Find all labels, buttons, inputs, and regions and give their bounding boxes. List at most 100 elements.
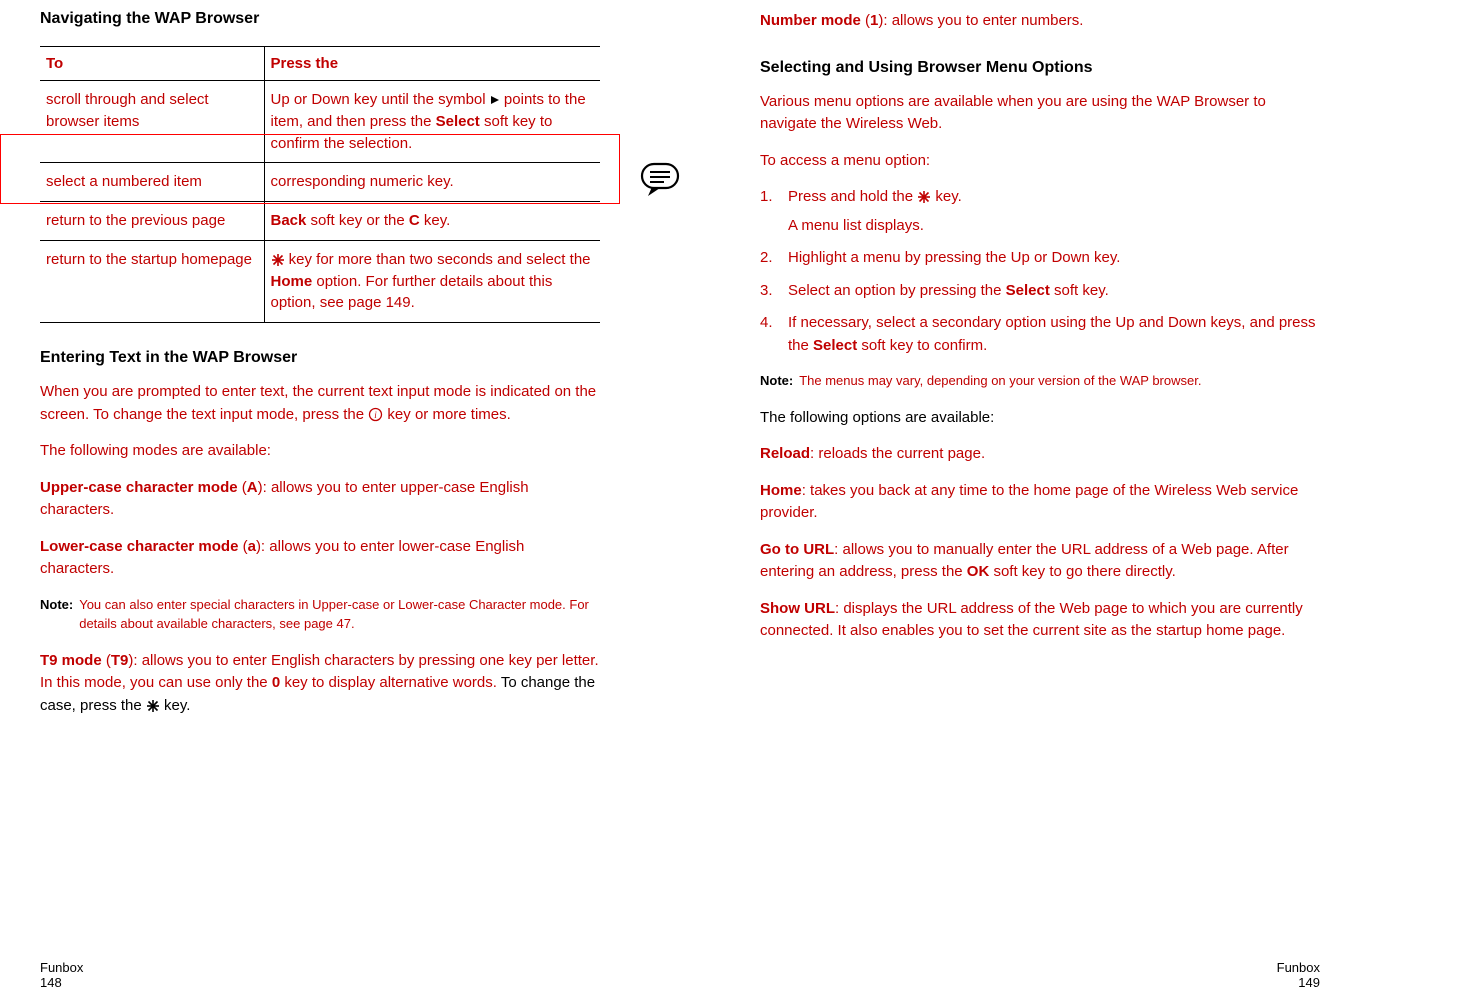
text-bold: Lower-case character mode — [40, 538, 238, 555]
note-menus-vary: Note: The menus may vary, depending on y… — [760, 371, 1320, 391]
text: : displays the URL address of the Web pa… — [760, 600, 1303, 640]
para-modes: The following modes are available: — [40, 440, 600, 463]
text: When you are prompted to enter text, the… — [40, 383, 596, 423]
text: key or more times. — [383, 406, 511, 423]
text: key to display alternative words. — [280, 674, 501, 691]
cell-press: key for more than two seconds and select… — [264, 240, 600, 322]
heading-entering-text: Entering Text in the WAP Browser — [40, 349, 600, 367]
text-bold: Home — [271, 273, 313, 290]
th-press: Press the — [264, 47, 600, 81]
footer-label: Funbox — [1277, 960, 1320, 975]
cell-press: corresponding numeric key. — [264, 163, 600, 202]
text-bold: Upper-case character mode — [40, 479, 238, 496]
table-header-row: To Press the — [40, 47, 600, 81]
note-content: The menus may vary, depending on your ve… — [799, 371, 1201, 391]
para-enter-intro: When you are prompted to enter text, the… — [40, 381, 600, 426]
step-number: 1. — [760, 186, 773, 209]
para-gotourl: Go to URL: allows you to manually enter … — [760, 539, 1320, 584]
table-row: return to the previous page Back soft ke… — [40, 202, 600, 241]
cell-to: select a numbered item — [40, 163, 264, 202]
text-bold: a — [248, 538, 256, 555]
text: soft key to confirm. — [857, 337, 987, 354]
annotation-bubble-icon — [640, 160, 680, 198]
text: soft key to go there directly. — [989, 563, 1175, 580]
list-item: 3. Select an option by pressing the Sele… — [760, 280, 1320, 303]
text: soft key. — [1050, 282, 1109, 299]
page-spread: Navigating the WAP Browser To Press the … — [0, 0, 1475, 999]
para-t9: T9 mode (T9): allows you to enter Englis… — [40, 650, 600, 718]
text-bold: A — [247, 479, 258, 496]
text-bold: Reload — [760, 445, 810, 462]
left-page: Navigating the WAP Browser To Press the … — [0, 0, 640, 999]
text-bold: C — [409, 212, 420, 229]
page-footer-right: Funbox 149 — [1277, 960, 1320, 991]
list-item: 2. Highlight a menu by pressing the Up o… — [760, 247, 1320, 270]
para-home: Home: takes you back at any time to the … — [760, 480, 1320, 525]
note-content: You can also enter special characters in… — [79, 595, 600, 634]
para-number-mode: Number mode (1): allows you to enter num… — [760, 10, 1320, 33]
para-lower: Lower-case character mode (a): allows yo… — [40, 536, 600, 581]
triangle-right-icon — [490, 89, 500, 111]
text: ): allows you to enter numbers. — [878, 12, 1083, 29]
text: : takes you back at any time to the home… — [760, 482, 1298, 522]
cell-to: scroll through and select browser items — [40, 81, 264, 163]
text: key for more than two seconds and select… — [285, 251, 591, 268]
text-subline: A menu list displays. — [788, 215, 1320, 238]
svg-text:i: i — [375, 410, 378, 420]
text: soft key or the — [306, 212, 409, 229]
th-to: To — [40, 47, 264, 81]
asterisk-icon — [917, 186, 931, 209]
text-bold: T9 — [111, 652, 129, 669]
para-showurl: Show URL: displays the URL address of th… — [760, 598, 1320, 643]
note-label: Note: — [760, 371, 793, 391]
para-menu-intro: Various menu options are available when … — [760, 91, 1320, 136]
para-options-avail: The following options are available: — [760, 407, 1320, 430]
nav-table: To Press the scroll through and select b… — [40, 46, 600, 323]
text-bold: Back — [271, 212, 307, 229]
para-reload: Reload: reloads the current page. — [760, 443, 1320, 466]
cell-press: Back soft key or the C key. — [264, 202, 600, 241]
text-bold: Number mode — [760, 12, 861, 29]
step-number: 2. — [760, 247, 773, 270]
footer-label: Funbox — [40, 960, 83, 975]
step-number: 3. — [760, 280, 773, 303]
asterisk-icon — [146, 695, 160, 718]
text: Up or Down key until the symbol — [271, 91, 490, 108]
footer-page: 148 — [40, 975, 62, 990]
right-page: Number mode (1): allows you to enter num… — [720, 0, 1360, 999]
text: key. — [931, 188, 962, 205]
text-bold: Show URL — [760, 600, 835, 617]
table-row: scroll through and select browser items … — [40, 81, 600, 163]
heading-menu-options: Selecting and Using Browser Menu Options — [760, 59, 1320, 77]
table-row: return to the startup homepage key for m… — [40, 240, 600, 322]
text-black: key. — [160, 697, 191, 714]
table-row: select a numbered item corresponding num… — [40, 163, 600, 202]
cell-to: return to the startup homepage — [40, 240, 264, 322]
text-bold: Select — [1006, 282, 1050, 299]
para-menu-access: To access a menu option: — [760, 150, 1320, 173]
heading-navigating: Navigating the WAP Browser — [40, 10, 600, 28]
info-circle-icon: i — [368, 404, 383, 427]
step-number: 4. — [760, 312, 773, 335]
text: ( — [238, 479, 247, 496]
text-bold: Home — [760, 482, 802, 499]
cell-press: Up or Down key until the symbol points t… — [264, 81, 600, 163]
note-special-chars: Note: You can also enter special charact… — [40, 595, 600, 634]
text: key. — [420, 212, 451, 229]
page-footer-left: Funbox 148 — [40, 960, 83, 991]
text-bold: Select — [436, 113, 480, 130]
text-bold: 0 — [272, 674, 280, 691]
text: ( — [102, 652, 111, 669]
text-bold: T9 mode — [40, 652, 102, 669]
text: Highlight a menu by pressing the Up or D… — [788, 249, 1120, 266]
list-item: 4. If necessary, select a secondary opti… — [760, 312, 1320, 357]
text-bold: Select — [813, 337, 857, 354]
text: : reloads the current page. — [810, 445, 985, 462]
cell-to: return to the previous page — [40, 202, 264, 241]
text: option. For further details about this o… — [271, 273, 553, 312]
text: Select an option by pressing the — [788, 282, 1006, 299]
text: Press and hold the — [788, 188, 917, 205]
text-bold: OK — [967, 563, 990, 580]
asterisk-icon — [271, 249, 285, 271]
para-upper: Upper-case character mode (A): allows yo… — [40, 477, 600, 522]
